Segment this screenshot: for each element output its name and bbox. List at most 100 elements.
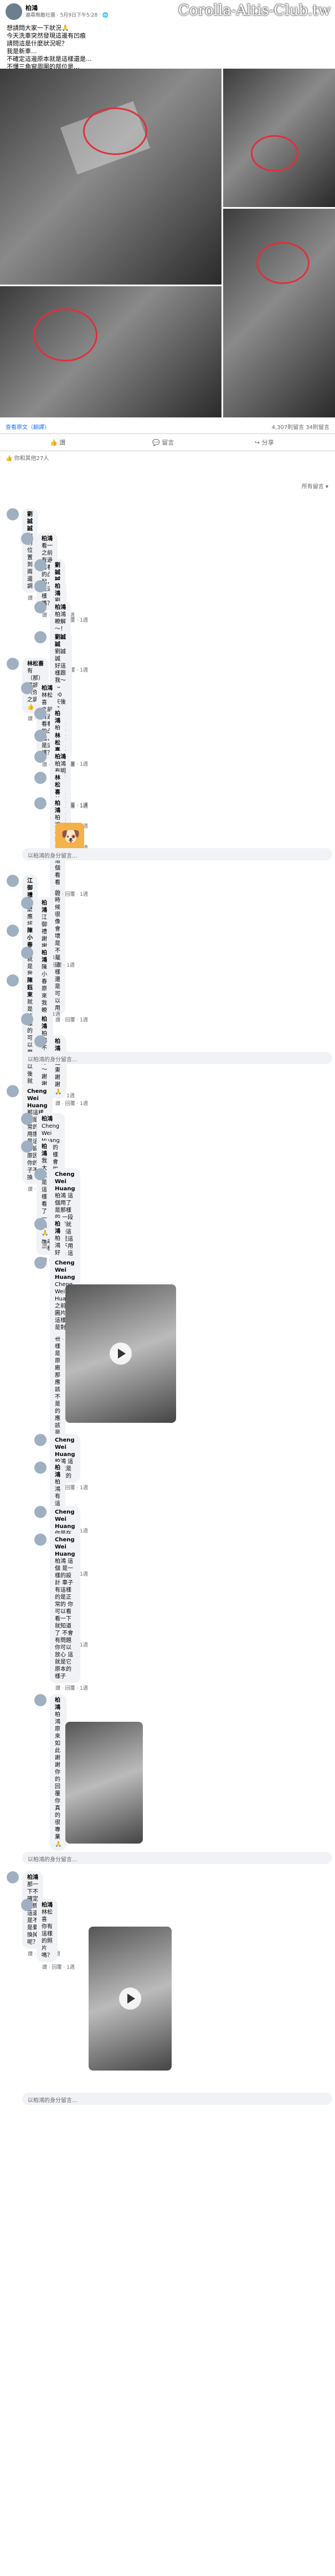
commenter-avatar[interactable] [34, 559, 47, 571]
commenter-avatar[interactable] [34, 1168, 47, 1180]
commenter-avatar[interactable] [34, 1434, 47, 1446]
see-translation-link[interactable]: 查看原文（翻譯） [6, 422, 50, 431]
commenter-avatar[interactable] [7, 925, 19, 937]
commenter-name[interactable]: 柏鴻 [55, 800, 60, 814]
commenter-avatar[interactable] [34, 797, 47, 809]
commenter-name[interactable]: 柏鴻 [42, 1902, 53, 1909]
comment-text: 林松喜 你有這樣的照片嗎？ [42, 1909, 53, 1959]
post-line: 請問這是什麼狀況呢？ [7, 40, 68, 47]
commenter-avatar[interactable] [21, 897, 33, 909]
commenter-name[interactable]: Cheng Wei Huang [55, 1259, 75, 1281]
commenter-avatar[interactable] [7, 974, 19, 987]
comment-meta[interactable]: 讚 · 回覆 · 1週 [55, 1684, 88, 1691]
post-line: 我是新車... [7, 48, 37, 55]
reply-input[interactable]: 以柏鴻的身分留言... [22, 1852, 332, 1864]
comment-bubble: 柏鴻 柏鴻 原來如此 謝謝你的回覆 你真的很專業 🙏 [50, 1694, 67, 1851]
commenter-name[interactable]: 柏鴻 [42, 685, 53, 692]
commenter-avatar[interactable] [34, 730, 47, 742]
post-stats: 查看原文（翻譯） 4,307則留言 34則留言 [6, 422, 329, 431]
commenter-name[interactable]: 林松喜 [55, 775, 60, 796]
share-icon: ↪ [255, 439, 262, 446]
commenter-avatar[interactable] [21, 947, 33, 959]
commenter-avatar[interactable] [34, 1534, 47, 1546]
comment-photo[interactable] [65, 1722, 143, 1844]
commenter-avatar[interactable] [34, 631, 47, 643]
author-avatar[interactable] [6, 3, 22, 20]
comment-count[interactable]: 4,307則留言 34則留言 [271, 422, 329, 431]
commenter-name[interactable]: 江御禮 [27, 877, 33, 899]
commenter-avatar[interactable] [34, 708, 47, 720]
comment-meta[interactable]: 讚 · 回覆 · 1週 [42, 1963, 75, 1970]
commenter-avatar[interactable] [7, 658, 19, 670]
commenter-name[interactable]: 劉誠誠 [55, 634, 67, 648]
comment-meta[interactable]: 讚 · 回覆 · 1週 [55, 1099, 88, 1107]
comment-bubble: 柏鴻陳鈺東 謝謝🙏 [50, 1035, 67, 1098]
commenter-avatar[interactable] [34, 1694, 47, 1706]
photo-3[interactable] [0, 286, 221, 417]
reply-placeholder: 以柏鴻的身分留言... [28, 853, 78, 859]
commenter-avatar[interactable] [7, 508, 19, 520]
commenter-avatar[interactable] [34, 1462, 47, 1474]
comment-button[interactable]: 💬 留言 [152, 438, 174, 447]
thumbs-up-icon: 👍 [50, 439, 60, 446]
commenter-avatar[interactable] [7, 875, 19, 887]
commenter-name[interactable]: 柏鴻 [55, 1221, 60, 1235]
comment-video-2[interactable] [89, 1927, 172, 2071]
photo-4[interactable] [223, 209, 335, 417]
commenter-avatar[interactable] [34, 580, 47, 592]
commenter-avatar[interactable] [34, 772, 47, 784]
commenter-name[interactable]: 柏鴻 [42, 1116, 60, 1123]
commenter-avatar[interactable] [21, 533, 33, 545]
commenter-name[interactable]: 柏鴻 [55, 604, 66, 611]
comment-filter[interactable]: 所有留言 ▾ [302, 482, 328, 490]
play-icon[interactable] [119, 1988, 141, 2010]
commenter-name[interactable]: 柏鴻 [42, 1143, 48, 1158]
reply-input[interactable]: 以柏鴻的身分留言... [22, 848, 332, 860]
commenter-avatar[interactable] [34, 601, 47, 613]
commenter-name[interactable]: 柏鴻 [55, 1038, 61, 1052]
commenter-avatar[interactable] [21, 1013, 33, 1025]
commenter-name[interactable]: 劉誠誠 [27, 511, 33, 533]
commenter-name[interactable]: 柏鴻 [55, 583, 61, 597]
share-label: 分享 [261, 439, 274, 446]
commenter-name[interactable]: 柏鴻 [55, 753, 66, 761]
play-icon[interactable] [110, 1343, 132, 1365]
commenter-name[interactable]: 林松喜 [27, 660, 44, 668]
commenter-avatar[interactable] [21, 1113, 33, 1125]
commenter-avatar[interactable] [34, 1506, 47, 1518]
commenter-name[interactable]: 柏鴻 [42, 535, 53, 543]
share-button[interactable]: ↪ 分享 [255, 438, 274, 447]
commenter-name[interactable]: 柏鴻 [42, 900, 48, 914]
commenter-name[interactable]: 柏鴻 [55, 1464, 60, 1479]
commenter-avatar[interactable] [21, 682, 33, 694]
commenter-avatar[interactable] [7, 1085, 19, 1097]
commenter-name[interactable]: Cheng Wei Huang [55, 1536, 75, 1558]
commenter-name[interactable]: 柏鴻 [27, 1874, 38, 1881]
commenter-avatar[interactable] [21, 1140, 33, 1153]
reply-input[interactable]: 以柏鴻的身分留言... [22, 1052, 332, 1064]
photo-1[interactable] [0, 69, 221, 285]
commenter-name[interactable]: 柏鴻 [42, 949, 48, 964]
commenter-name[interactable]: Cheng Wei Huang [55, 1437, 75, 1458]
commenter-avatar[interactable] [21, 1899, 33, 1911]
reaction-summary[interactable]: 👍 你和其他27人 [6, 453, 49, 462]
commenter-avatar[interactable] [34, 1218, 47, 1230]
commenter-name[interactable]: 柏鴻 [55, 710, 60, 725]
commenter-name[interactable]: 陳小春 [27, 927, 33, 949]
commenter-name[interactable]: Cheng Wei Huang [27, 1088, 48, 1109]
like-button[interactable]: 👍 讚 [50, 438, 65, 447]
commenter-name[interactable]: 陳鈺東 [27, 977, 33, 999]
reply-input[interactable]: 以柏鴻的身分留言... [22, 2093, 332, 2105]
commenter-name[interactable]: Cheng Wei Huang [55, 1171, 75, 1193]
commenter-name[interactable]: Cheng Wei Huang [55, 1509, 75, 1530]
post-line: 不確定這邊原本就是這樣還是... [7, 55, 92, 63]
commenter-name[interactable]: 柏鴻 [55, 1697, 61, 1711]
commenter-avatar[interactable] [34, 1257, 47, 1269]
photo-2[interactable] [223, 69, 335, 207]
comment-video[interactable] [65, 1284, 176, 1423]
commenter-name[interactable]: 柏鴻 [42, 1016, 47, 1030]
comment-meta[interactable]: 讚 · 回覆 · 1週 [55, 890, 88, 897]
commenter-avatar[interactable] [34, 1035, 47, 1047]
commenter-avatar[interactable] [7, 1871, 19, 1883]
commenter-avatar[interactable] [34, 751, 47, 763]
